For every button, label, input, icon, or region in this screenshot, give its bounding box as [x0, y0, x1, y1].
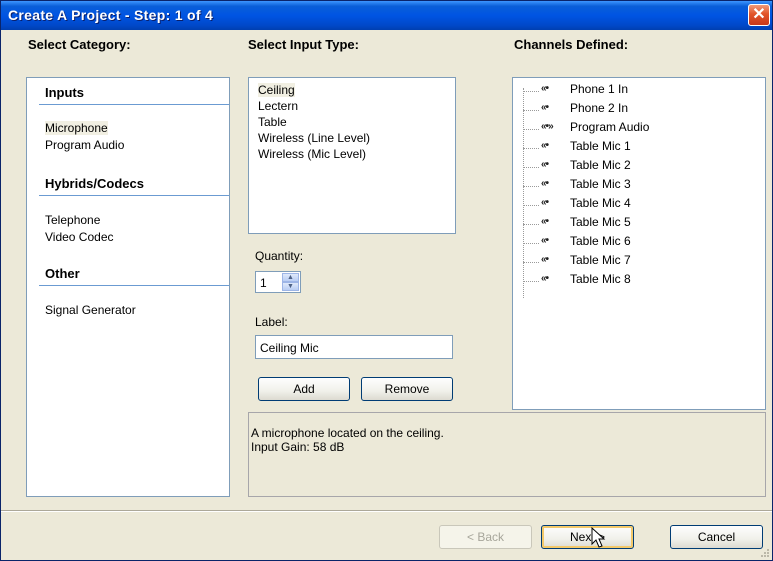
create-project-dialog: Create A Project - Step: 1 of 4 ✕ Select…: [0, 0, 773, 561]
stereo-channel-icon: «•»: [541, 121, 554, 132]
input-type-list[interactable]: Ceiling Lectern Table Wireless (Line Lev…: [248, 77, 456, 234]
input-channel-icon: «•: [541, 159, 549, 170]
input-channel-icon: «•: [541, 102, 549, 113]
input-channel-icon: «•: [541, 140, 549, 151]
input-channel-icon: «•: [541, 216, 549, 227]
channels-header: Channels Defined:: [514, 37, 629, 52]
label-field-label: Label:: [255, 315, 288, 329]
input-type-item[interactable]: Wireless (Line Level): [258, 131, 370, 145]
add-button[interactable]: Add: [258, 377, 350, 401]
input-type-item[interactable]: Wireless (Mic Level): [258, 147, 366, 161]
category-group-other: Other: [45, 266, 80, 281]
category-item-program-audio[interactable]: Program Audio: [45, 138, 124, 152]
back-button[interactable]: < Back: [439, 525, 532, 549]
label-input[interactable]: Ceiling Mic: [255, 335, 453, 359]
category-panel: Inputs Microphone Program Audio Hybrids/…: [26, 77, 230, 497]
spin-down-icon[interactable]: ▼: [282, 282, 299, 291]
description-line: A microphone located on the ceiling.: [251, 426, 444, 440]
category-item-video-codec[interactable]: Video Codec: [45, 230, 114, 244]
category-item-microphone[interactable]: Microphone: [45, 121, 108, 135]
category-divider: [39, 104, 229, 105]
bottom-divider: [1, 511, 772, 512]
input-type-item[interactable]: Table: [258, 115, 287, 129]
channels-tree[interactable]: «• Phone 1 In «• Phone 2 In «•» Program Aud…: [512, 77, 766, 410]
input-channel-icon: «•: [541, 178, 549, 189]
input-channel-icon: «•: [541, 197, 549, 208]
remove-button[interactable]: Remove: [361, 377, 453, 401]
category-group-inputs: Inputs: [45, 85, 84, 100]
description-box: A microphone located on the ceiling. Inp…: [248, 412, 766, 497]
tree-connector: [523, 88, 524, 298]
category-divider: [39, 285, 229, 286]
category-header: Select Category:: [28, 37, 131, 52]
window-title: Create A Project - Step: 1 of 4: [8, 7, 214, 23]
cancel-button[interactable]: Cancel: [670, 525, 763, 549]
input-channel-icon: «•: [541, 235, 549, 246]
quantity-stepper[interactable]: 1 ▲ ▼: [255, 271, 301, 293]
input-channel-icon: «•: [541, 83, 549, 94]
input-type-item[interactable]: Ceiling: [258, 83, 295, 97]
input-channel-icon: «•: [541, 254, 549, 265]
spin-up-icon[interactable]: ▲: [282, 273, 299, 282]
mouse-cursor-icon: [591, 527, 606, 548]
quantity-value[interactable]: 1: [260, 276, 267, 290]
category-group-hybrids: Hybrids/Codecs: [45, 176, 144, 191]
title-bar[interactable]: Create A Project - Step: 1 of 4 ✕: [1, 1, 772, 30]
close-icon: ✕: [752, 6, 766, 23]
category-item-signal-generator[interactable]: Signal Generator: [45, 303, 136, 317]
input-type-header: Select Input Type:: [248, 37, 359, 52]
resize-grip-icon[interactable]: [760, 548, 770, 558]
description-line: Input Gain: 58 dB: [251, 440, 345, 454]
next-button[interactable]: Next >: [541, 525, 634, 549]
category-item-telephone[interactable]: Telephone: [45, 213, 100, 227]
input-type-item[interactable]: Lectern: [258, 99, 298, 113]
close-button[interactable]: ✕: [748, 4, 770, 26]
category-divider: [39, 195, 229, 196]
input-channel-icon: «•: [541, 273, 549, 284]
quantity-label: Quantity:: [255, 249, 304, 263]
